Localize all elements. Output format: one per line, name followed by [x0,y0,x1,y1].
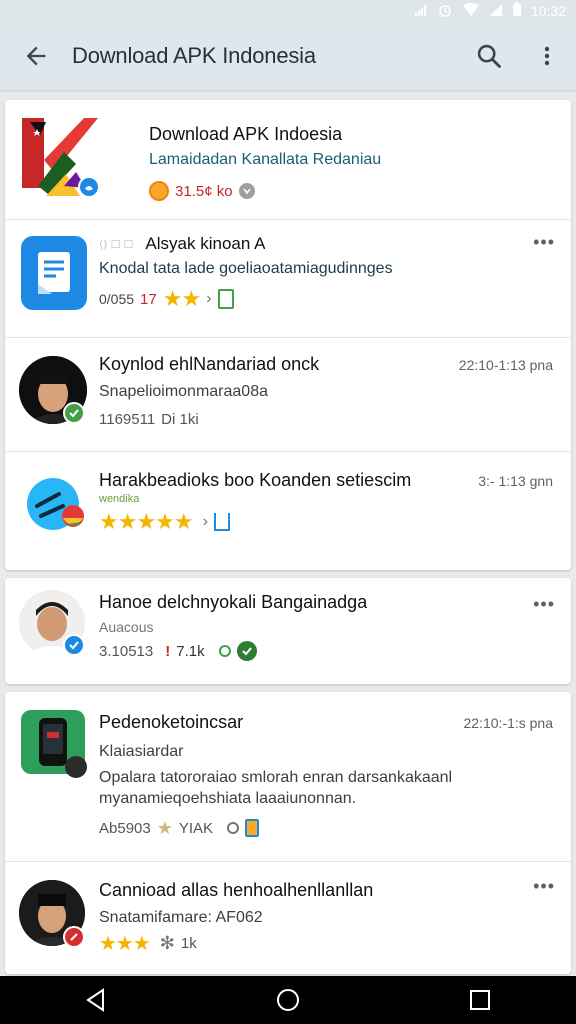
list-item[interactable]: Koynlod ehlNandariad onck 22:10-1:13 pna… [5,338,571,452]
item-rating: 17 [140,290,157,308]
navigation-bar [0,976,576,1024]
faint-label: ⟨⟩ ☐ ☐ [99,238,134,251]
item-subtitle: Knodal tata lade goeliaoatamiagudinnges [99,260,393,277]
warning-icon: ! [165,642,171,660]
wifi-icon [462,2,480,20]
item-title: Hanoe delchnyokali Bangainadga [99,592,368,612]
shield-icon [238,183,255,199]
status-bar: 10:32 [0,0,576,22]
more-options-button[interactable] [518,22,576,90]
item-subtitle: Auacous [99,619,154,635]
item-tag: wendika [99,493,140,505]
item-rating: 7.1k [176,642,205,660]
list-item[interactable]: Hanoe delchnyokali Bangainadga Auacous 3… [5,578,571,684]
star-rating-icon: ★★★★★ [99,509,194,534]
item-subtitle: Snapelioimonmaraa08a [99,383,268,400]
coin-icon [149,181,169,201]
item-rating: 1k [180,935,197,952]
item-subtitle: Klaiasiardar [99,743,184,760]
item-subtitle: Lamaidadan Kanallata Redaniau [149,151,382,168]
list-item[interactable]: Harakbeadioks boo Koanden setiescim 3:- … [5,452,571,570]
sd-card-icon [245,819,260,837]
item-code: 0/055 [99,291,135,307]
list-item[interactable]: Pedenoketoincsar 22:10:-1:s pna Klaiasia… [5,692,571,862]
verified-badge-icon [78,176,100,198]
star-rating-icon: ★★★ [99,932,151,955]
signal-icon [414,3,428,20]
chevron-right-icon: › [202,513,208,530]
item-time: 3:- 1:13 gnn [478,472,553,489]
asterisk-icon: ✻ [159,933,175,953]
cell-signal-icon [489,3,503,20]
more-options-icon[interactable]: ••• [533,232,555,253]
star-icon: ★ [156,818,173,838]
item-title: Cannioad allas henhoalhenllanllan [99,880,374,900]
search-icon [477,44,501,68]
item-subtitle: Snatamifamare: AF062 [99,909,263,926]
app-logo-icon [20,116,102,202]
nav-recents-button[interactable] [440,976,520,1024]
item-rating: 31.5¢ ko [175,182,233,200]
list-item[interactable]: Cannioad allas henhoalhenllanllan Snatam… [5,862,571,974]
nav-home-button[interactable] [248,976,328,1024]
status-time: 10:32 [530,3,566,19]
clock-icon [227,822,240,834]
search-button[interactable] [460,22,518,90]
list-item[interactable]: ⟨⟩ ☐ ☐ Alsyak kinoan A Knodal tata lade … [5,220,571,338]
verified-badge-icon [63,634,85,656]
app-bar: Download APK Indonesia [0,22,576,90]
check-circle-icon [236,641,257,661]
chat-app-icon [23,472,87,536]
item-meta-secondary: Di 1ki [161,411,199,428]
battery-icon [512,2,522,20]
item-title: Download APK Indoesia [149,124,343,144]
chevron-right-icon: › [206,290,212,307]
back-button[interactable] [0,22,72,90]
results-card: Download APK Indoesia Lamaidadan Kanalla… [5,100,571,570]
more-options-icon[interactable]: ••• [533,876,555,897]
item-code: Ab5903 [99,819,151,837]
document-app-icon [21,236,87,310]
more-options-icon[interactable]: ••• [533,594,555,615]
alarm-icon [437,3,453,20]
file-icon [217,289,234,309]
item-description: Opalara tatororaiao smlorah enran darsan… [99,769,453,807]
results-card: Pedenoketoincsar 22:10:-1:s pna Klaiasia… [5,692,571,974]
item-title: Koynlod ehlNandariad onck [99,354,320,374]
page-title: Download APK Indonesia [72,43,316,68]
nav-back-button[interactable] [56,976,136,1024]
item-title: Alsyak kinoan A [145,234,266,253]
phone-dot-icon [65,756,87,778]
results-card: Hanoe delchnyokali Bangainadga Auacous 3… [5,578,571,684]
item-meta: 1169511 [99,411,156,428]
list-item[interactable]: Download APK Indoesia Lamaidadan Kanalla… [5,100,571,220]
triangle-back-icon [86,988,104,1012]
item-rating: YIAK [178,819,214,837]
item-code: 3.10513 [99,642,154,660]
more-vert-icon [544,46,550,66]
item-time: 22:10-1:13 pna [458,356,553,373]
bookmark-icon [213,513,230,531]
back-arrow-icon [26,46,46,66]
item-time: 22:10:-1:s pna [463,714,553,731]
item-title: Harakbeadioks boo Koanden setiescim [99,470,412,490]
clock-icon [218,645,231,657]
square-recents-icon [470,990,490,1010]
star-icon: ★★ [162,286,201,311]
circle-home-icon [277,989,299,1011]
check-badge-icon [63,402,85,424]
red-badge-icon [63,926,85,948]
item-title: Pedenoketoincsar [99,712,244,732]
